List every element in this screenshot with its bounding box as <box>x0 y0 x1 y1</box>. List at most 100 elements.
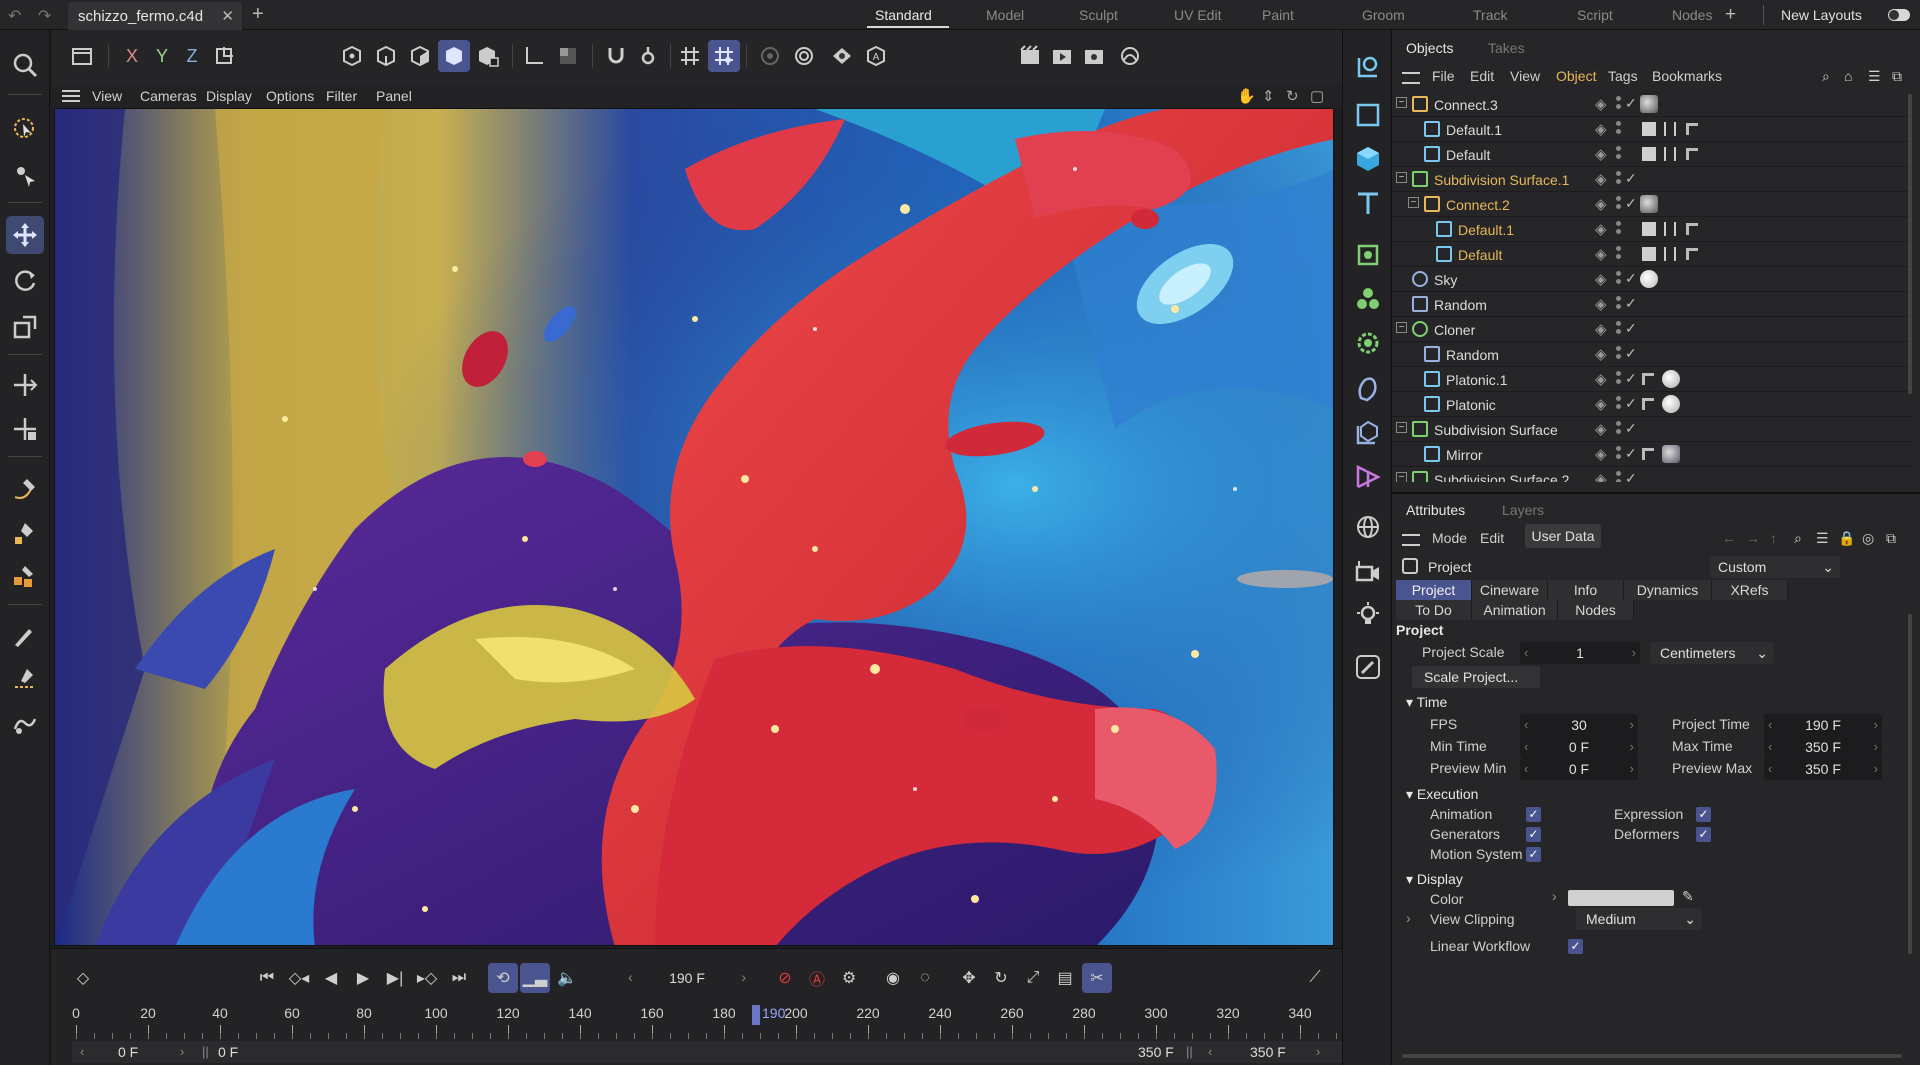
visibility-dots[interactable] <box>1616 96 1622 110</box>
menu-cameras[interactable]: Cameras <box>140 88 197 104</box>
enable-check-icon[interactable]: ✓ <box>1625 345 1637 362</box>
generators-checkbox[interactable]: ✓ <box>1526 827 1541 842</box>
visibility-dots[interactable] <box>1616 421 1622 435</box>
enable-check-icon[interactable]: ✓ <box>1625 320 1637 337</box>
poly-pen-icon[interactable] <box>6 558 44 596</box>
enable-check-icon[interactable]: ✓ <box>1625 95 1637 112</box>
material-tag-icon[interactable] <box>1662 370 1680 388</box>
tab-layers[interactable]: Layers <box>1502 502 1544 518</box>
visibility-dots[interactable] <box>1616 271 1622 285</box>
key-scale-icon[interactable]: ⤢ <box>1018 963 1048 993</box>
layer-icon[interactable]: ◈ <box>1595 345 1607 363</box>
objects-hamburger-icon[interactable] <box>1402 72 1420 84</box>
target-icon[interactable]: ◎ <box>1862 530 1874 547</box>
selection-icon[interactable] <box>6 110 44 148</box>
eyedropper-icon[interactable]: ✎ <box>1682 888 1694 905</box>
text-spline-icon[interactable] <box>1349 184 1387 222</box>
material-tag-icon[interactable] <box>1662 445 1680 463</box>
cloner-icon[interactable] <box>1349 324 1387 362</box>
enable-check-icon[interactable]: ✓ <box>1625 420 1637 437</box>
enable-check-icon[interactable]: ✓ <box>1625 370 1637 387</box>
object-row[interactable]: − Subdivision Surface ◈ ✓ <box>1392 417 1912 442</box>
visibility-dots[interactable] <box>1616 396 1622 410</box>
weight-tag-icon[interactable] <box>1642 122 1656 136</box>
polygons-mode-icon[interactable] <box>404 40 436 72</box>
deformers-checkbox[interactable]: ✓ <box>1696 827 1711 842</box>
3d-viewport[interactable] <box>54 108 1334 946</box>
objects-menu-object[interactable]: Object <box>1556 68 1596 84</box>
y-axis-lock-button[interactable]: Y <box>146 40 178 72</box>
objects-menu-bookmarks[interactable]: Bookmarks <box>1652 68 1722 84</box>
tweak-icon[interactable] <box>6 156 44 194</box>
hamburger-icon[interactable] <box>62 90 80 102</box>
fcurve-icon[interactable]: ⟋ <box>1300 963 1330 993</box>
scale-project-button[interactable]: Scale Project... <box>1412 666 1540 688</box>
play-icon[interactable]: ▶ <box>348 963 378 993</box>
object-row[interactable]: Sky ◈ ✓ <box>1392 267 1912 292</box>
axis-mode-icon[interactable] <box>518 40 550 72</box>
section-toggle-time[interactable]: ▾ Time <box>1406 694 1447 711</box>
expand-toggle-icon[interactable]: − <box>1408 197 1419 208</box>
object-row[interactable]: Random ◈ ✓ <box>1392 342 1912 367</box>
previous-key-icon[interactable]: ◇◂ <box>284 963 314 993</box>
pen-icon[interactable] <box>6 514 44 552</box>
new-layouts-toggle[interactable] <box>1888 9 1910 21</box>
section-toggle-display[interactable]: ▾ Display <box>1406 871 1463 888</box>
filter-icon[interactable]: ☰ <box>1868 68 1881 85</box>
layout-tab-nodes[interactable]: Nodes <box>1672 7 1712 23</box>
enable-check-icon[interactable]: ✓ <box>1625 445 1637 462</box>
object-row[interactable]: Random ◈ ✓ <box>1392 292 1912 317</box>
camera-icon[interactable] <box>1349 552 1387 590</box>
visibility-dots[interactable] <box>1616 171 1622 185</box>
ik-tag-icon[interactable] <box>1664 247 1676 261</box>
objects-menu-file[interactable]: File <box>1432 68 1455 84</box>
new-layouts-button[interactable]: New Layouts <box>1781 7 1862 23</box>
pose-tag-icon[interactable] <box>1686 148 1698 160</box>
project-scale-field[interactable]: ‹ 1 › <box>1520 642 1640 664</box>
search-icon[interactable]: ⌕ <box>1822 68 1830 85</box>
z-axis-lock-button[interactable]: Z <box>176 40 208 72</box>
placement-icon[interactable] <box>6 410 44 448</box>
object-row[interactable]: Default.1 ◈ <box>1392 217 1912 242</box>
animation-checkbox[interactable]: ✓ <box>1526 807 1541 822</box>
maximize-view-icon[interactable]: ▢ <box>1310 87 1324 105</box>
search-icon[interactable]: ⌕ <box>1794 530 1802 547</box>
redo-icon[interactable]: ↷ <box>38 6 51 26</box>
previous-frame-icon[interactable]: ◀ <box>316 963 346 993</box>
playback-rate-icon[interactable]: ▁▃ <box>520 963 550 993</box>
motion-system-checkbox[interactable]: ✓ <box>1526 847 1541 862</box>
pan-hand-icon[interactable]: ✋ <box>1237 87 1256 105</box>
brush-icon[interactable] <box>6 616 44 654</box>
tab-takes[interactable]: Takes <box>1488 40 1525 56</box>
object-row[interactable]: − Subdivision Surface.1 ◈ ✓ <box>1392 167 1912 192</box>
subtab-animation[interactable]: Animation <box>1472 600 1558 620</box>
filter-icon[interactable]: ☰ <box>1816 530 1829 547</box>
pose-tag-icon[interactable] <box>1686 223 1698 235</box>
layer-icon[interactable]: ◈ <box>1595 270 1607 288</box>
attributes-menu-mode[interactable]: Mode <box>1432 530 1467 546</box>
uv-mode-icon[interactable] <box>472 40 504 72</box>
viewport-solo-icon[interactable] <box>826 40 858 72</box>
key-parameters-icon[interactable]: ▤ <box>1050 963 1080 993</box>
expression-checkbox[interactable]: ✓ <box>1696 807 1711 822</box>
object-row[interactable]: − Subdivision Surface.2 ◈ ✓ <box>1392 467 1912 482</box>
menu-view[interactable]: View <box>92 88 122 104</box>
workplane-snap-icon[interactable] <box>708 40 740 72</box>
orbit-icon[interactable]: ↻ <box>1286 87 1299 105</box>
environment-icon[interactable] <box>1349 508 1387 546</box>
close-tab-icon[interactable]: ✕ <box>221 7 234 25</box>
loop-icon[interactable]: ⟲ <box>488 963 518 993</box>
points-mode-icon[interactable] <box>336 40 368 72</box>
redshift-icon[interactable] <box>1114 40 1146 72</box>
objects-menu-view[interactable]: View <box>1510 68 1540 84</box>
preset-dropdown[interactable]: Custom ⌄ <box>1710 556 1840 578</box>
section-toggle-execution[interactable]: ▾ Execution <box>1406 786 1478 803</box>
subtab-project[interactable]: Project <box>1396 580 1472 600</box>
spline-pen-icon[interactable] <box>6 470 44 508</box>
sound-icon[interactable]: 🔈 <box>552 963 582 993</box>
object-row[interactable]: Platonic.1 ◈ ✓ <box>1392 367 1912 392</box>
transfer-icon[interactable] <box>6 366 44 404</box>
back-arrow-icon[interactable]: ← <box>1722 530 1736 546</box>
ik-tag-icon[interactable] <box>1664 222 1676 236</box>
key-rotation-icon[interactable]: ↻ <box>986 963 1016 993</box>
